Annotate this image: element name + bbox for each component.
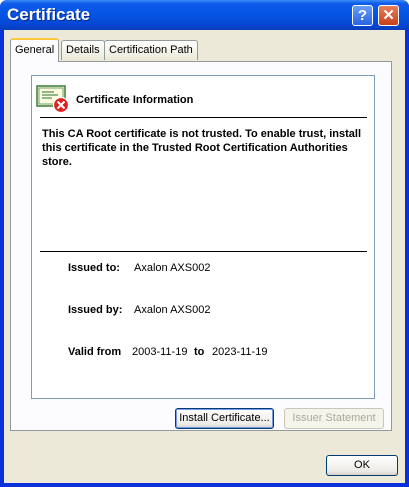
divider-bottom	[40, 251, 367, 252]
certificate-info-box: Certificate Information This CA Root cer…	[31, 75, 375, 399]
issued-by-label: Issued by:	[68, 304, 123, 316]
issued-to-value[interactable]: Axalon AXS002	[134, 262, 210, 274]
ok-button[interactable]: OK	[326, 455, 398, 476]
issued-by-value[interactable]: Axalon AXS002	[134, 304, 210, 316]
issued-to-label: Issued to:	[68, 262, 120, 274]
window-title: Certificate	[7, 5, 91, 24]
install-certificate-button[interactable]: Install Certificate...	[175, 408, 274, 429]
certificate-error-icon	[36, 85, 70, 114]
tab-general[interactable]: General	[10, 38, 60, 62]
certificate-window: Certificate ? ✕ General Details Certific…	[0, 0, 409, 487]
tab-certification-path[interactable]: Certification Path	[104, 40, 198, 60]
valid-to-value: 2023-11-19	[212, 346, 268, 358]
title-bar[interactable]: Certificate ? ✕	[0, 0, 409, 30]
help-icon[interactable]: ?	[352, 5, 373, 26]
valid-to-label: to	[194, 346, 205, 358]
valid-from-label: Valid from	[68, 346, 122, 358]
divider-top	[40, 117, 367, 118]
tab-details[interactable]: Details	[61, 40, 105, 60]
general-tab-panel: Certificate Information This CA Root cer…	[10, 61, 392, 431]
valid-from-value: 2003-11-19	[132, 346, 188, 358]
close-icon[interactable]: ✕	[378, 5, 399, 26]
certificate-info-heading: Certificate Information	[76, 94, 194, 106]
issuer-statement-button[interactable]: Issuer Statement	[284, 408, 384, 429]
dialog-client-area: General Details Certification Path Certi…	[4, 30, 405, 483]
trust-warning-message: This CA Root certificate is not trusted.…	[42, 128, 362, 168]
